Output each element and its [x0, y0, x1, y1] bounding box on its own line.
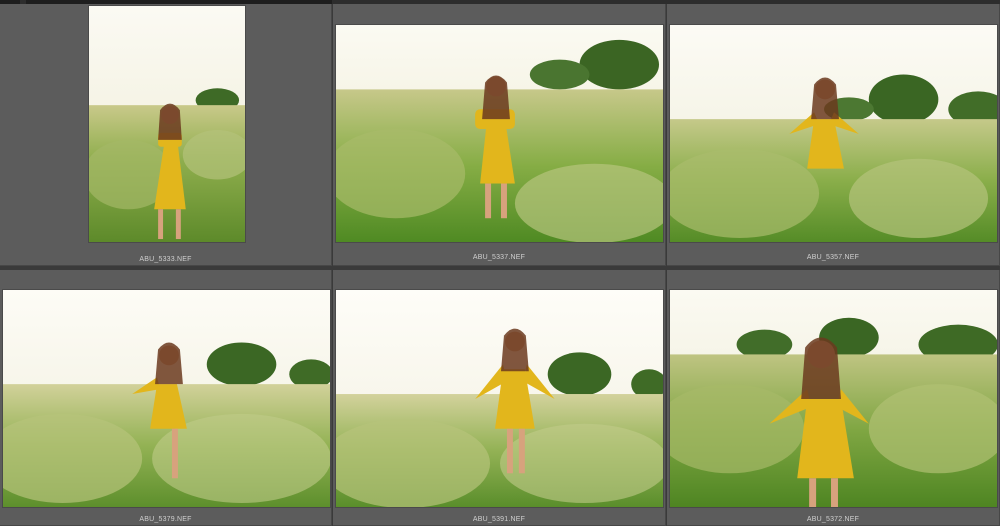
photo-filename: ABU_5357.NEF [806, 254, 860, 261]
photo-thumbnail[interactable] [2, 289, 331, 508]
photo-image [670, 290, 997, 507]
photo-filename: ABU_5337.NEF [472, 254, 526, 261]
grid-cell[interactable]: ABU_5357.NEF [667, 4, 1000, 266]
grid-cell[interactable]: ABU_5379.NEF [0, 270, 332, 526]
photo-thumbnail[interactable] [335, 289, 664, 508]
photo-thumbnail[interactable] [335, 24, 664, 243]
grid-cell[interactable]: ABU_5337.NEF [333, 4, 666, 266]
photo-image [336, 290, 663, 507]
photo-thumbnail[interactable] [88, 5, 246, 243]
photo-image [3, 290, 330, 507]
photo-filename: ABU_5333.NEF [139, 256, 192, 263]
photo-image [336, 25, 663, 242]
photo-image [670, 25, 997, 242]
grid-cell[interactable]: ABU_5391.NEF [333, 270, 666, 526]
photo-image [89, 6, 245, 242]
filmstrip-grid: ABU_5333.NEF ABU_5337.NEF ABU_5357.NEF A… [0, 0, 1000, 526]
photo-thumbnail[interactable] [669, 24, 998, 243]
grid-cell[interactable]: ABU_5372.NEF [667, 270, 1000, 526]
photo-thumbnail[interactable] [669, 289, 998, 508]
grid-cell[interactable]: ABU_5333.NEF [0, 4, 332, 266]
